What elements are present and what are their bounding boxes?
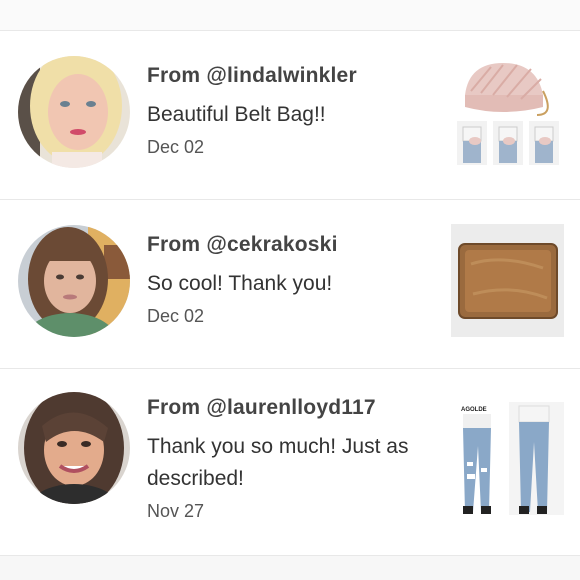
review-message: Beautiful Belt Bag!!	[147, 103, 326, 126]
list-item[interactable]: From @lindalwinkler Beautiful Belt Bag!!…	[0, 30, 580, 199]
review-date: Dec 02	[147, 137, 205, 157]
product-thumbnail[interactable]	[451, 55, 564, 168]
sender-username[interactable]: From @lindalwinkler	[147, 63, 447, 89]
top-strip	[0, 0, 580, 30]
avatar[interactable]	[18, 392, 130, 504]
brand-label: AGOLDE	[461, 407, 487, 413]
product-thumbnail[interactable]	[451, 224, 564, 337]
list-item[interactable]: From @laurenlloyd117 Thank you so much! …	[0, 368, 580, 556]
review-message: Thank you so much! Just as described!	[147, 435, 409, 490]
review-date: Dec 02	[147, 306, 205, 326]
avatar[interactable]	[18, 225, 130, 337]
avatar[interactable]	[18, 56, 130, 168]
list-item[interactable]: From @cekrakoski So cool! Thank you! Dec…	[0, 199, 580, 368]
review-message: So cool! Thank you!	[147, 272, 333, 295]
review-date: Nov 27	[147, 501, 205, 521]
product-thumbnail[interactable]: AGOLDE	[451, 402, 564, 515]
sender-username[interactable]: From @laurenlloyd117	[147, 395, 447, 421]
sender-username[interactable]: From @cekrakoski	[147, 232, 447, 258]
